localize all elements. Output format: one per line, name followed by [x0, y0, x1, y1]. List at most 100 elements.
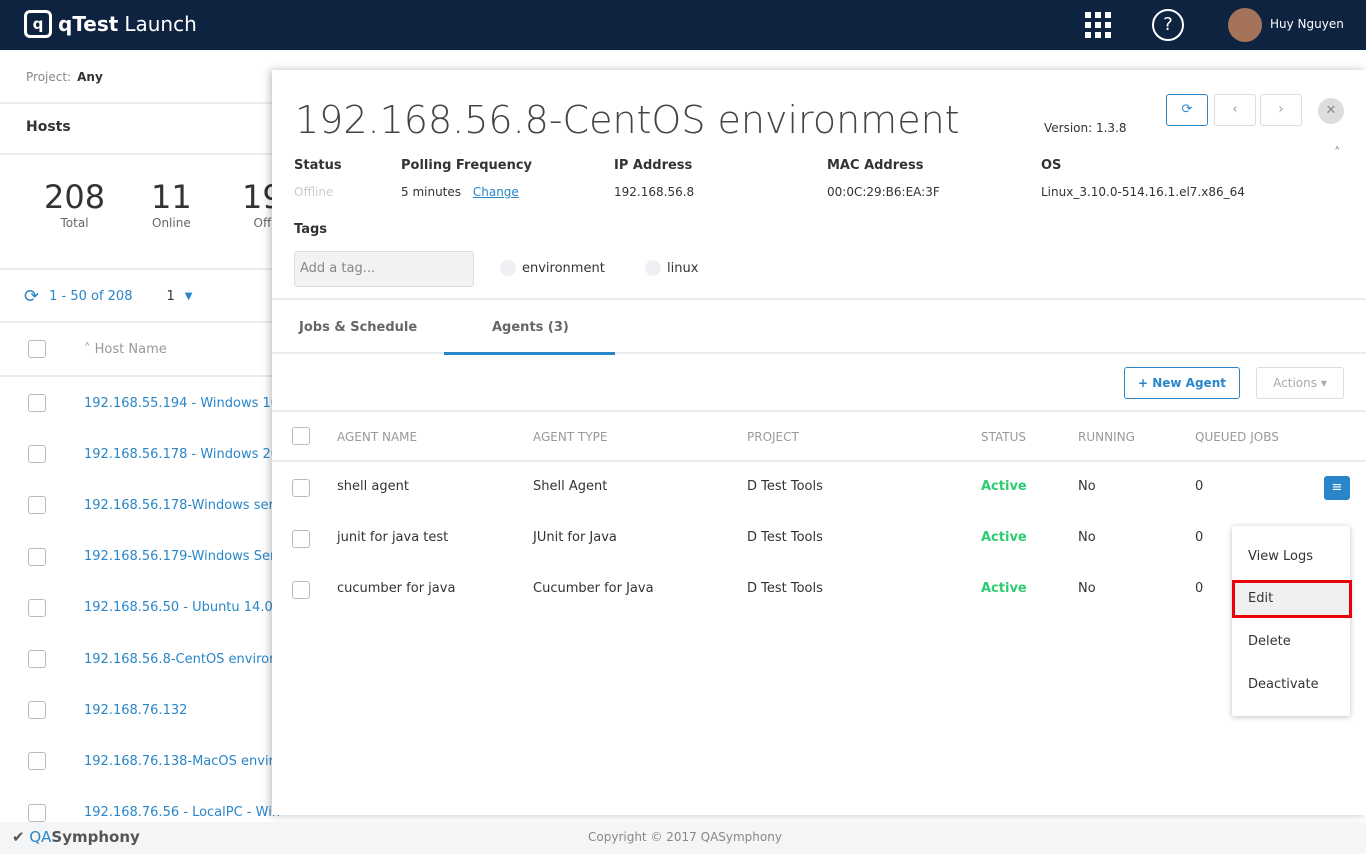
row-checkbox[interactable] — [292, 581, 310, 599]
close-icon[interactable]: ✕ — [1318, 98, 1344, 124]
agent-cell: D Test Tools — [747, 530, 823, 545]
host-row: 192.168.56.8-CentOS environ — [28, 650, 277, 668]
agent-row: junit for java test JUnit for Java D Test … — [272, 514, 1366, 565]
avatar[interactable] — [1228, 8, 1262, 42]
row-checkbox[interactable] — [28, 803, 46, 822]
footer: ✔ QASymphony Copyright © 2017 QASymphony — [0, 822, 1366, 854]
agent-cell[interactable]: junit for java test — [337, 530, 448, 545]
agent-cell[interactable]: cucumber for java — [337, 581, 455, 596]
host-link[interactable]: 192.168.56.50 - Ubuntu 14.04 — [84, 600, 281, 615]
row-checkbox[interactable] — [28, 496, 46, 515]
tag-remove-icon — [645, 260, 661, 276]
tag-linux[interactable]: linux — [645, 260, 698, 276]
agent-row: cucumber for java Cucumber for Java D Test… — [272, 565, 1366, 616]
previous-button[interactable]: ‹ — [1214, 94, 1256, 126]
agent-cell: Active — [981, 581, 1027, 596]
menu-view-logs[interactable]: View Logs — [1232, 538, 1350, 576]
agent-cell: No — [1078, 479, 1096, 494]
agent-cell: D Test Tools — [747, 581, 823, 596]
agent-cell: 0 — [1195, 479, 1204, 494]
page-title: 192.168.56.8-CentOS environment — [295, 98, 960, 142]
user-name[interactable]: Huy Nguyen — [1270, 17, 1344, 31]
menu-deactivate[interactable]: Deactivate — [1232, 666, 1350, 704]
host-row: 192.168.56.179-Windows Ser — [28, 547, 275, 566]
menu-delete[interactable]: Delete — [1232, 623, 1350, 661]
row-checkbox[interactable] — [292, 479, 310, 497]
host-link[interactable]: 192.168.56.178-Windows ser — [84, 498, 274, 513]
row-checkbox[interactable] — [28, 701, 46, 720]
field-os: OS Linux_3.10.0-514.16.1.el7.x86_64 — [1041, 158, 1245, 199]
row-checkbox[interactable] — [28, 650, 46, 668]
app-logo[interactable]: q qTest Launch — [24, 10, 197, 38]
next-button[interactable]: › — [1260, 94, 1302, 126]
host-row: 192.168.55.194 - Windows 10 — [28, 394, 279, 412]
tab-agents[interactable]: Agents (3) — [492, 320, 569, 335]
section-title: Hosts — [26, 119, 71, 135]
stat-online: 11 Online — [151, 178, 192, 230]
field-ip: IP Address 192.168.56.8 — [614, 158, 695, 199]
row-checkbox[interactable] — [28, 547, 46, 566]
project-filter[interactable]: Project: Any — [26, 70, 103, 84]
agent-cell: No — [1078, 581, 1096, 596]
actions-dropdown[interactable]: Actions ▾ — [1256, 367, 1344, 399]
version: Version: 1.3.8 — [1044, 121, 1127, 135]
host-link[interactable]: 192.168.76.132 — [84, 703, 187, 718]
host-link[interactable]: 192.168.56.179-Windows Ser — [84, 549, 275, 564]
tag-remove-icon — [500, 260, 516, 276]
agent-cell: Cucumber for Java — [533, 581, 654, 596]
host-row: 192.168.76.132 — [28, 701, 187, 720]
row-checkbox[interactable] — [28, 445, 46, 464]
collapse-chevron-icon[interactable]: ˄ — [1334, 146, 1341, 161]
column-host-name[interactable]: ˄ Host Name — [84, 342, 167, 357]
row-checkbox[interactable] — [292, 530, 310, 548]
add-tag-input[interactable]: Add a tag... — [294, 251, 474, 287]
field-status: Status Offline — [294, 158, 342, 199]
agent-cell: 0 — [1195, 530, 1204, 545]
row-checkbox[interactable] — [28, 752, 46, 771]
select-all-agents-checkbox[interactable] — [292, 427, 310, 445]
stat-total: 208 Total — [44, 178, 106, 230]
qasymphony-logo: ✔ QASymphony — [12, 828, 140, 846]
row-context-menu: View Logs Edit Delete Deactivate — [1232, 526, 1352, 716]
host-link[interactable]: 192.168.56.178 - Windows 20 — [84, 447, 279, 462]
field-polling: Polling Frequency 5 minutes Change — [401, 158, 533, 199]
refresh-button[interactable]: ⟳ — [1166, 94, 1208, 126]
host-link[interactable]: 192.168.55.194 - Windows 10 — [84, 396, 279, 411]
host-link[interactable]: 192.168.76.138-MacOS envir — [84, 754, 274, 769]
host-detail-panel: 192.168.56.8-CentOS environment Version:… — [272, 70, 1366, 815]
agent-cell: 0 — [1195, 581, 1204, 596]
agents-table-header: AGENT NAME AGENT TYPE PROJECT STATUS RUN… — [272, 410, 1366, 462]
agent-row: shell agent Shell Agent D Test Tools Active… — [272, 463, 1366, 514]
host-row: 192.168.76.138-MacOS envir — [28, 752, 274, 771]
help-icon[interactable]: ? — [1152, 9, 1184, 41]
apps-grid-icon[interactable] — [1085, 12, 1111, 38]
pager: ⟳ 1 - 50 of 208 1 ▼ — [24, 286, 193, 307]
agent-cell: JUnit for Java — [533, 530, 617, 545]
host-row: 192.168.56.50 - Ubuntu 14.04 — [28, 598, 281, 617]
menu-edit[interactable]: Edit — [1232, 580, 1352, 618]
row-checkbox[interactable] — [28, 394, 46, 412]
agent-cell: Active — [981, 479, 1027, 494]
change-link[interactable]: Change — [473, 185, 519, 199]
row-checkbox[interactable] — [28, 598, 46, 617]
agent-cell: Shell Agent — [533, 479, 608, 494]
tags-label: Tags — [294, 222, 328, 237]
host-row: 192.168.56.178 - Windows 20 — [28, 445, 279, 464]
page-select[interactable]: 1 — [166, 289, 174, 304]
row-menu-button[interactable]: ≡ — [1324, 476, 1350, 500]
host-row: 192.168.76.56 - LocalPC - Win — [28, 803, 280, 822]
select-all-checkbox[interactable] — [28, 340, 46, 358]
new-agent-button[interactable]: + New Agent — [1124, 367, 1240, 399]
field-mac: MAC Address 00:0C:29:B6:EA:3F — [827, 158, 940, 199]
host-row: 192.168.56.178-Windows ser — [28, 496, 274, 515]
agent-cell: D Test Tools — [747, 479, 823, 494]
agent-cell: Active — [981, 530, 1027, 545]
refresh-icon[interactable]: ⟳ — [24, 286, 39, 307]
agent-cell[interactable]: shell agent — [337, 479, 409, 494]
host-link[interactable]: 192.168.76.56 - LocalPC - Win — [84, 805, 280, 820]
agent-cell: No — [1078, 530, 1096, 545]
host-link[interactable]: 192.168.56.8-CentOS environ — [84, 652, 277, 667]
tab-jobs-schedule[interactable]: Jobs & Schedule — [299, 320, 417, 335]
chevron-down-icon[interactable]: ▼ — [185, 291, 193, 302]
tag-environment[interactable]: environment — [500, 260, 605, 276]
